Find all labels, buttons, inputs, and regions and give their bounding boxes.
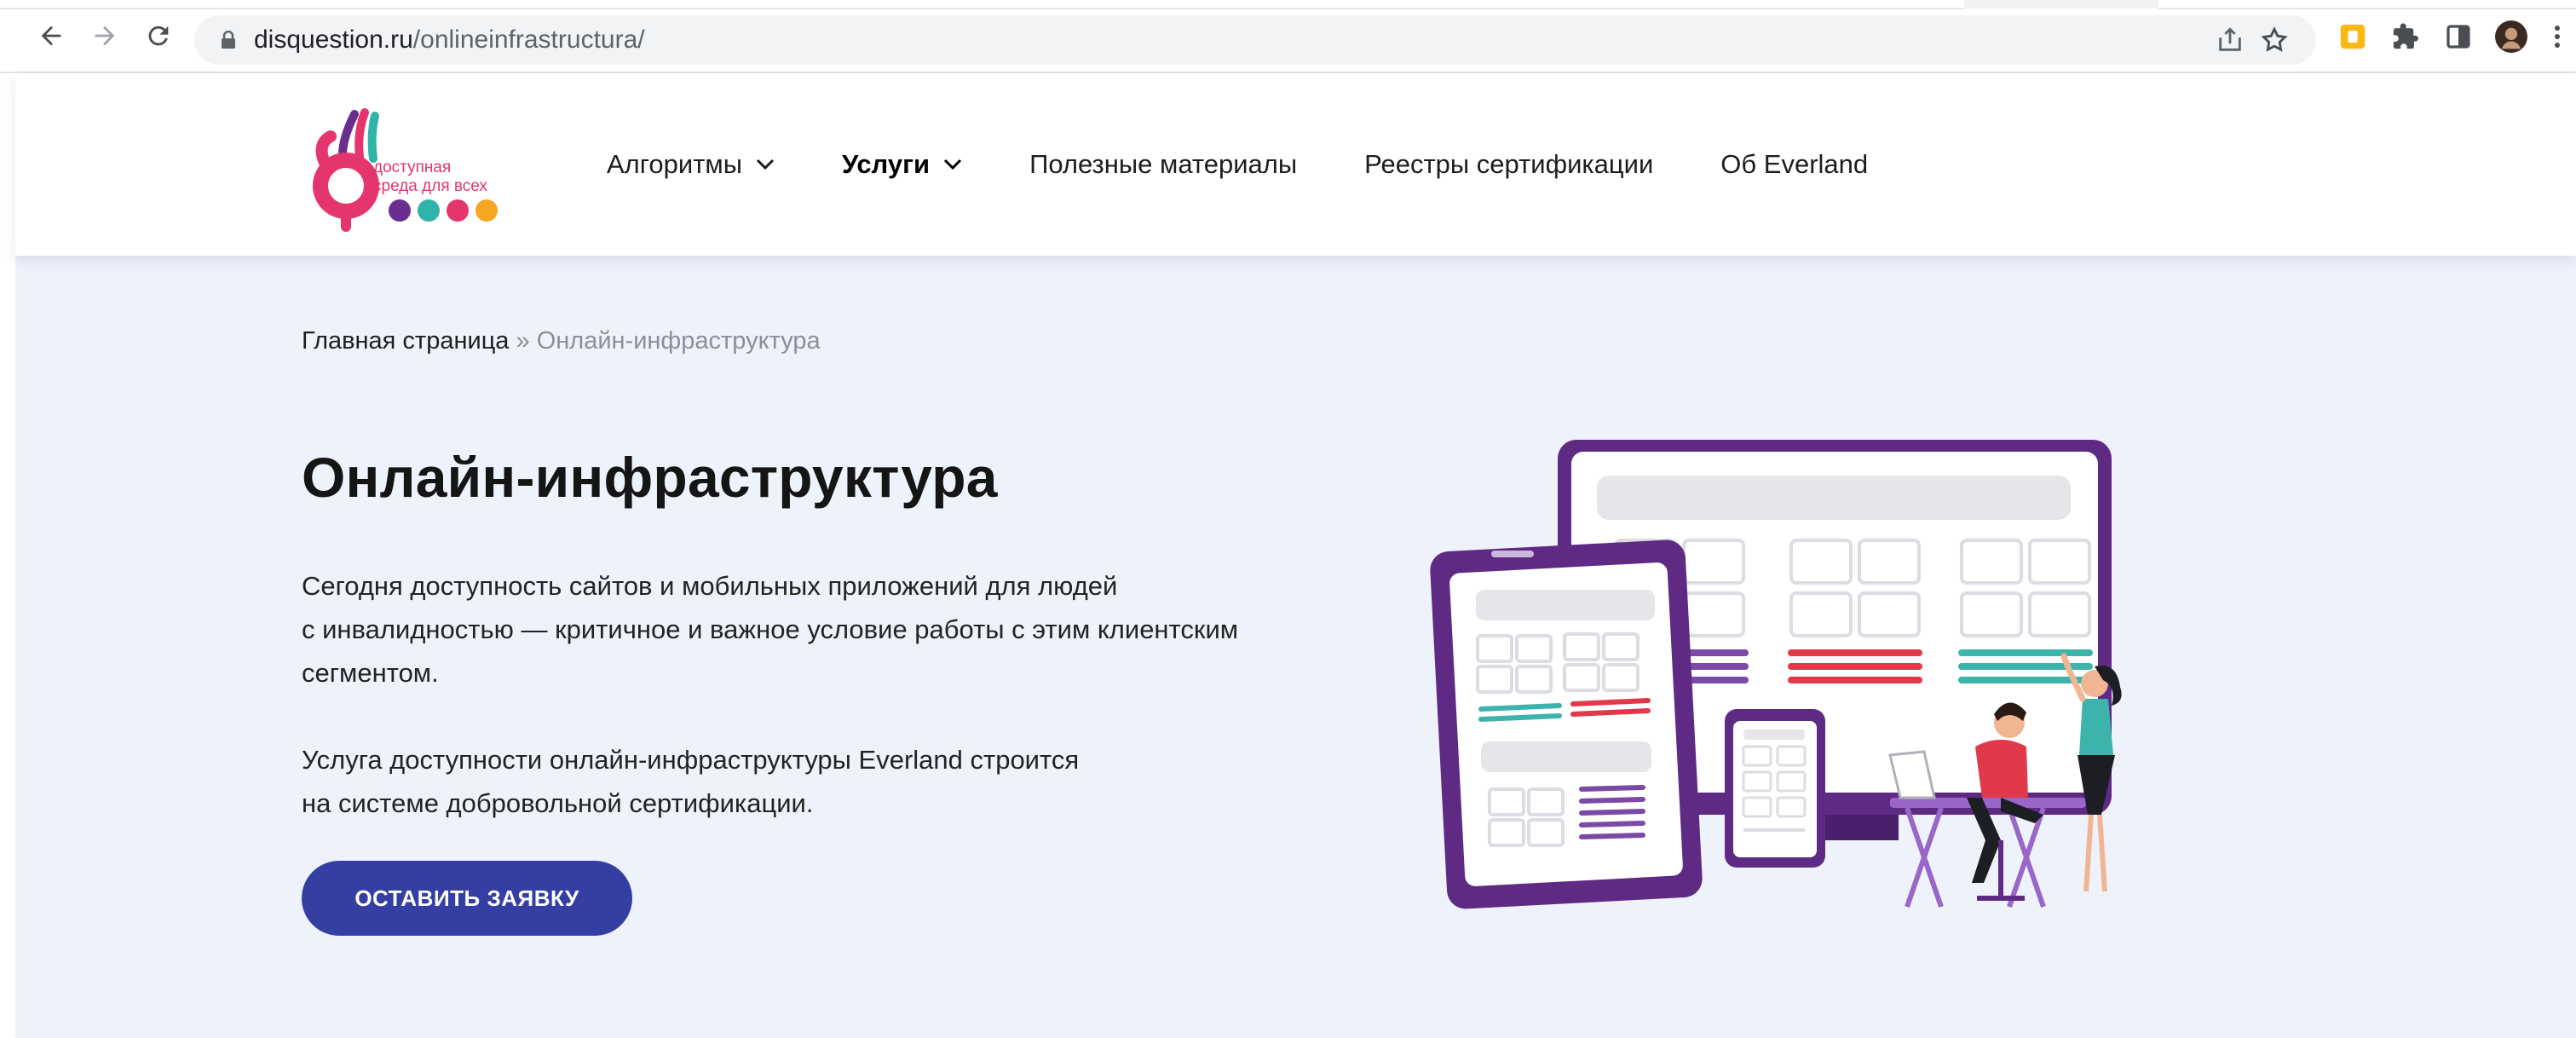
nav-item-label: Алгоритмы [607, 149, 742, 179]
url-domain: disquestion.ru [254, 26, 413, 54]
nav-item-services[interactable]: Услуги [842, 149, 962, 180]
tab-strip [0, 0, 2576, 9]
nav-item-label: Об Everland [1720, 149, 1869, 179]
logo-accessibility-icons [389, 199, 498, 222]
ear-icon [447, 199, 469, 222]
main-navigation: Алгоритмы Услуги Полезные материалы Реес… [607, 147, 1935, 182]
nav-item-certification-registries[interactable]: Реестры сертификации [1364, 149, 1653, 180]
logo-text-line1: доступная [373, 159, 452, 176]
devices-illustration [1430, 440, 2122, 909]
chevron-down-icon [944, 159, 962, 170]
back-button[interactable] [34, 19, 68, 53]
browser-toolbar: disquestion.ru/onlineinfrastructura/ [0, 0, 2576, 73]
service-paragraph: Услуга доступности онлайн-инфраструктуры… [302, 738, 1079, 825]
site-header: доступная среда для всех Алгоритмы Услуг… [15, 73, 2576, 256]
forward-button[interactable] [88, 19, 122, 53]
intro-paragraph: Сегодня доступность сайтов и мобильных п… [302, 564, 1238, 695]
nav-item-useful-materials[interactable]: Полезные материалы [1029, 149, 1297, 180]
breadcrumb-home-link[interactable]: Главная страница [302, 327, 509, 355]
forward-icon [95, 26, 115, 46]
reload-button[interactable] [141, 19, 176, 53]
intro-line: с инвалидностью — критичное и важное усл… [302, 614, 1239, 644]
more-icon[interactable] [2544, 20, 2570, 53]
main-content: Главная страница » Онлайн-инфраструктура… [15, 256, 2576, 1038]
logo-tagline: доступная среда для всех [373, 159, 487, 196]
chevron-down-icon [756, 159, 775, 170]
url-path: /onlineinfrastructura/ [412, 26, 645, 54]
puzzle-icon[interactable] [2389, 20, 2422, 53]
phone-illustration [1725, 709, 1825, 868]
hand-icon [475, 199, 498, 222]
breadcrumb-current: Онлайн-инфраструктура [536, 327, 821, 355]
eye-icon [418, 199, 440, 222]
reload-icon [148, 26, 169, 46]
intro-line: сегментом. [302, 658, 439, 688]
logo-text-line2: среда для всех [373, 177, 487, 195]
page-title: Онлайн-инфраструктура [302, 446, 998, 509]
nav-item-label: Услуги [841, 149, 931, 179]
wheelchair-icon [389, 199, 411, 222]
profile-avatar[interactable] [2495, 20, 2527, 53]
breadcrumb: Главная страница » Онлайн-инфраструктура [302, 327, 821, 355]
share-icon[interactable] [2216, 26, 2245, 55]
service-line: Услуга доступности онлайн-инфраструктуры… [302, 745, 1080, 775]
address-bar[interactable]: disquestion.ru/onlineinfrastructura/ [194, 15, 2316, 65]
back-icon [41, 26, 61, 46]
service-line: на системе добровольной сертификации. [302, 788, 814, 818]
extension-icon[interactable] [2337, 20, 2369, 53]
tablet-illustration [1430, 539, 1703, 909]
breadcrumb-separator: » [516, 327, 530, 355]
side-panel-icon[interactable] [2442, 20, 2475, 53]
url-text[interactable]: disquestion.ru/onlineinfrastructura/ [254, 15, 645, 65]
lock-icon [222, 31, 235, 49]
submit-request-button[interactable]: ОСТАВИТЬ ЗАЯВКУ [302, 861, 632, 936]
bookmark-star-icon[interactable] [2260, 26, 2289, 55]
nav-item-about[interactable]: Об Everland [1720, 149, 1868, 180]
nav-item-label: Реестры сертификации [1364, 149, 1654, 179]
intro-line: Сегодня доступность сайтов и мобильных п… [302, 571, 1118, 601]
nav-item-algorithms[interactable]: Алгоритмы [607, 149, 775, 180]
nav-item-label: Полезные материалы [1029, 149, 1298, 179]
